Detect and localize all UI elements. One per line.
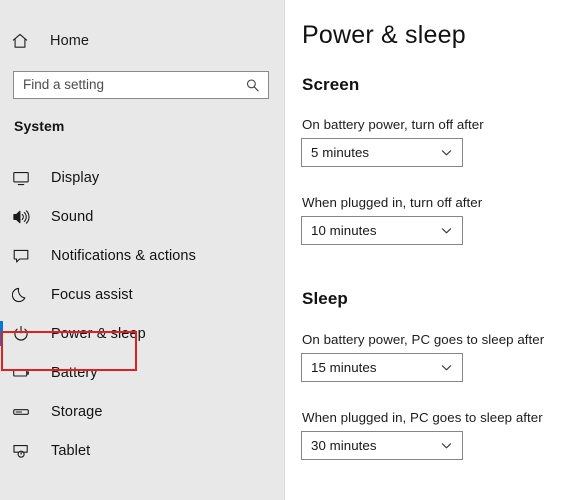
sidebar-nav-list: Display Sound Notifications & actions Fo…	[0, 158, 285, 470]
main-content: Power & sleep Screen On battery power, t…	[285, 0, 570, 500]
sidebar-item-label: Focus assist	[51, 286, 133, 303]
sidebar-item-focus-assist[interactable]: Focus assist	[0, 275, 285, 314]
sidebar-item-label: Tablet	[51, 442, 91, 459]
sidebar-item-power-and-sleep[interactable]: Power & sleep	[0, 314, 285, 353]
sidebar-item-label: Display	[51, 169, 100, 186]
sidebar-item-label: Battery	[51, 364, 98, 381]
speaker-icon	[12, 208, 30, 226]
chevron-down-icon[interactable]	[440, 146, 453, 159]
search-input[interactable]	[14, 72, 233, 98]
sidebar-item-display[interactable]: Display	[0, 158, 285, 197]
sidebar-group-title: System	[14, 118, 65, 134]
sidebar-item-label: Power & sleep	[51, 325, 146, 342]
page-title: Power & sleep	[302, 21, 466, 49]
power-icon	[12, 325, 30, 343]
sidebar-item-label: Sound	[51, 208, 94, 225]
chevron-down-icon[interactable]	[440, 361, 453, 374]
home-icon	[11, 32, 29, 50]
section-heading-screen: Screen	[302, 75, 360, 94]
moon-icon	[12, 286, 30, 304]
field-label-screen-battery: On battery power, turn off after	[302, 117, 484, 132]
chevron-down-icon[interactable]	[440, 439, 453, 452]
sidebar-item-sound[interactable]: Sound	[0, 197, 285, 236]
storage-icon	[12, 403, 30, 421]
field-label-sleep-battery: On battery power, PC goes to sleep after	[302, 332, 545, 347]
sidebar: Home System Display	[0, 0, 285, 500]
dropdown-screen-battery-timeout[interactable]: 5 minutes	[301, 138, 463, 167]
dropdown-value: 10 minutes	[311, 223, 377, 238]
sidebar-item-storage[interactable]: Storage	[0, 392, 285, 431]
settings-window: Home System Display	[0, 0, 570, 500]
dropdown-value: 15 minutes	[311, 360, 377, 375]
sidebar-item-notifications[interactable]: Notifications & actions	[0, 236, 285, 275]
dropdown-value: 5 minutes	[311, 145, 370, 160]
sidebar-item-home[interactable]: Home	[0, 26, 285, 56]
notification-icon	[12, 247, 30, 265]
battery-icon	[12, 364, 30, 382]
monitor-icon	[12, 169, 30, 187]
chevron-down-icon[interactable]	[440, 224, 453, 237]
sidebar-item-tablet[interactable]: Tablet	[0, 431, 285, 470]
sidebar-item-home-label: Home	[50, 33, 90, 49]
dropdown-value: 30 minutes	[311, 438, 377, 453]
dropdown-sleep-battery-timeout[interactable]: 15 minutes	[301, 353, 463, 382]
sidebar-item-battery[interactable]: Battery	[0, 353, 285, 392]
search-box[interactable]	[13, 71, 269, 99]
section-heading-sleep: Sleep	[302, 289, 348, 308]
selection-indicator	[0, 321, 3, 346]
dropdown-screen-plugged-timeout[interactable]: 10 minutes	[301, 216, 463, 245]
field-label-screen-plugged: When plugged in, turn off after	[302, 195, 483, 210]
tablet-icon	[12, 442, 30, 460]
sidebar-item-label: Notifications & actions	[51, 247, 196, 264]
sidebar-item-label: Storage	[51, 403, 103, 420]
search-icon[interactable]	[245, 78, 260, 93]
dropdown-sleep-plugged-timeout[interactable]: 30 minutes	[301, 431, 463, 460]
field-label-sleep-plugged: When plugged in, PC goes to sleep after	[302, 410, 543, 425]
